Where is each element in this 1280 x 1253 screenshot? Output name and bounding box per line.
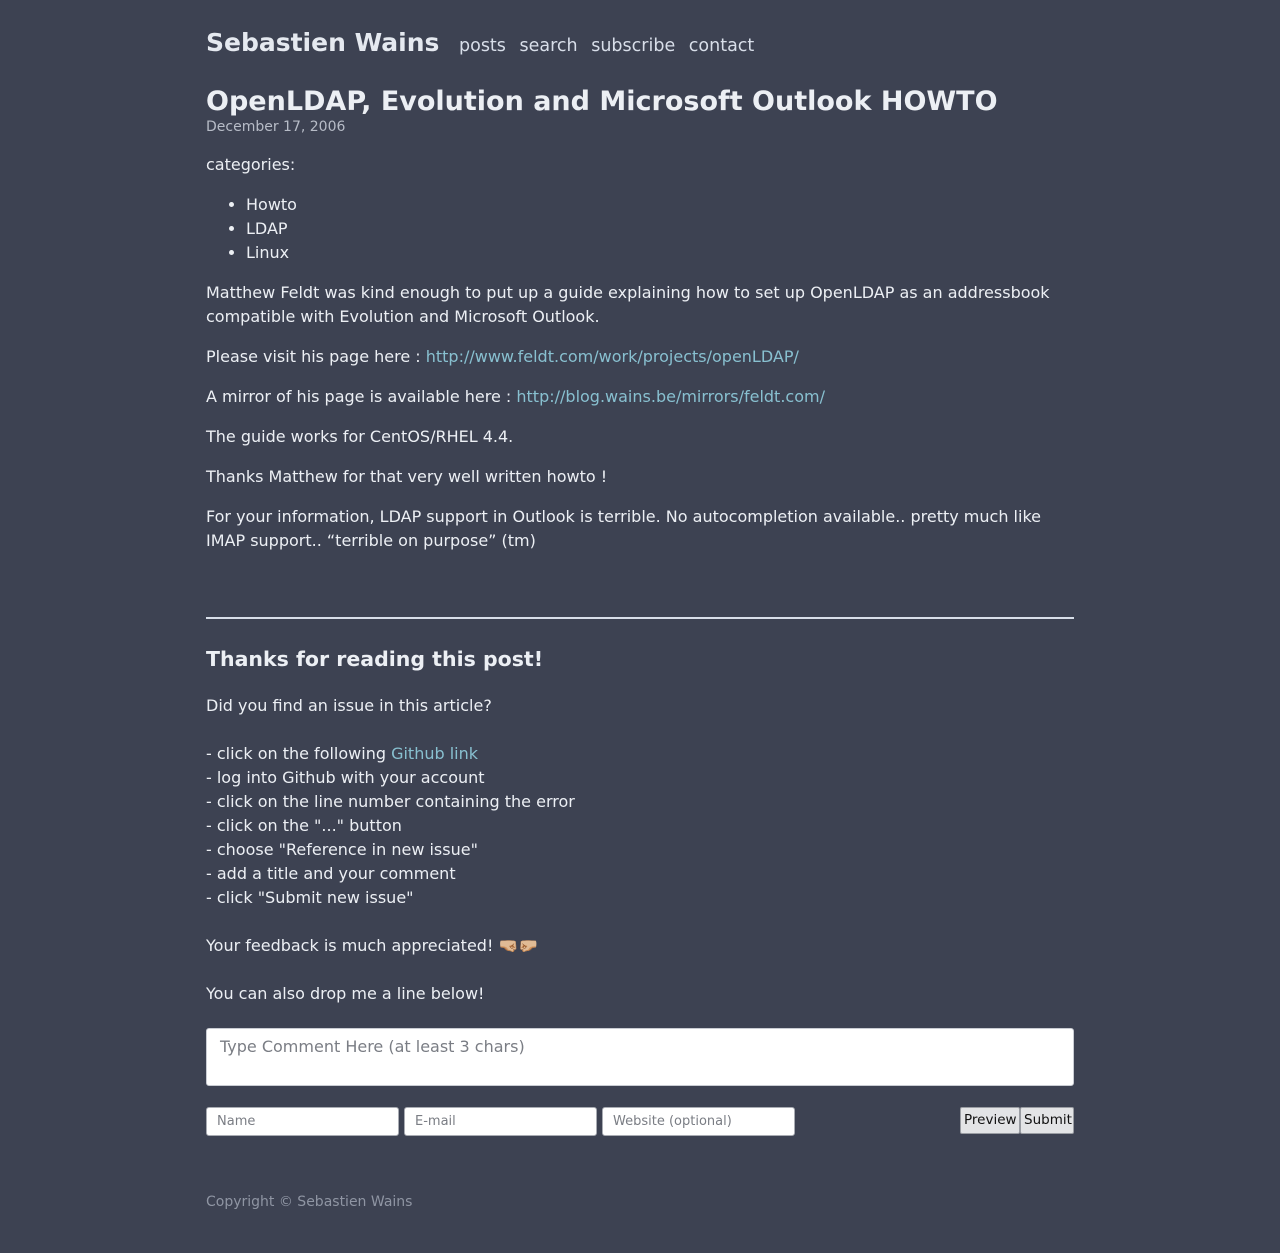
step-github-link: - click on the following Github link bbox=[206, 742, 1074, 766]
visit-paragraph: Please visit his page here : http://www.… bbox=[206, 345, 1074, 369]
step-prefix: - click on the following bbox=[206, 744, 392, 763]
site-header: Sebastien Wains posts search subscribe c… bbox=[206, 27, 1074, 63]
step-item: - click on the "..." button bbox=[206, 816, 402, 835]
nav-posts[interactable]: posts bbox=[459, 36, 506, 56]
intro-paragraph: Matthew Feldt was kind enough to put up … bbox=[206, 283, 1050, 326]
outlook-note-paragraph: For your information, LDAP support in Ou… bbox=[206, 507, 1041, 550]
categories-label: categories: bbox=[206, 155, 296, 174]
issue-question: Did you find an issue in this article? bbox=[206, 696, 492, 715]
comment-textarea[interactable] bbox=[206, 1028, 1074, 1086]
main-nav: posts search subscribe contact bbox=[459, 33, 762, 59]
submit-button[interactable]: Submit bbox=[1020, 1107, 1074, 1134]
section-divider bbox=[206, 617, 1074, 619]
nav-subscribe[interactable]: subscribe bbox=[591, 36, 675, 56]
step-item: - add a title and your comment bbox=[206, 864, 456, 883]
post-body: categories: Howto LDAP Linux Matthew Fel… bbox=[206, 153, 1074, 569]
thanks-heading: Thanks for reading this post! bbox=[206, 647, 544, 671]
site-title[interactable]: Sebastien Wains bbox=[206, 27, 439, 59]
step-item: - click on the line number containing th… bbox=[206, 792, 575, 811]
step-item: - click "Submit new issue" bbox=[206, 888, 414, 907]
mirror-link[interactable]: http://blog.wains.be/mirrors/feldt.com/ bbox=[516, 387, 825, 406]
step-item: - choose "Reference in new issue" bbox=[206, 840, 478, 859]
copyright-footer: Copyright © Sebastien Wains bbox=[206, 1194, 413, 1210]
category-item: LDAP bbox=[246, 217, 1074, 241]
feldt-link[interactable]: http://www.feldt.com/work/projects/openL… bbox=[426, 347, 799, 366]
post-date: December 17, 2006 bbox=[206, 119, 346, 135]
issue-instructions: Did you find an issue in this article? -… bbox=[206, 694, 1074, 1006]
works-for-paragraph: The guide works for CentOS/RHEL 4.4. bbox=[206, 427, 514, 446]
drop-line-text: You can also drop me a line below! bbox=[206, 984, 485, 1003]
thanks-paragraph: Thanks Matthew for that very well writte… bbox=[206, 467, 608, 486]
mirror-paragraph: A mirror of his page is available here :… bbox=[206, 385, 1074, 409]
github-link[interactable]: Github link bbox=[391, 744, 478, 763]
nav-contact[interactable]: contact bbox=[689, 36, 755, 56]
website-input[interactable] bbox=[602, 1107, 795, 1136]
post-title: OpenLDAP, Evolution and Microsoft Outloo… bbox=[206, 86, 998, 117]
categories-list: Howto LDAP Linux bbox=[206, 193, 1074, 265]
email-input[interactable] bbox=[404, 1107, 597, 1136]
step-item: - log into Github with your account bbox=[206, 768, 485, 787]
visit-prefix: Please visit his page here : bbox=[206, 347, 426, 366]
nav-search[interactable]: search bbox=[520, 36, 578, 56]
category-item: Howto bbox=[246, 193, 1074, 217]
name-input[interactable] bbox=[206, 1107, 399, 1136]
category-item: Linux bbox=[246, 241, 1074, 265]
preview-button[interactable]: Preview bbox=[960, 1107, 1020, 1134]
mirror-prefix: A mirror of his page is available here : bbox=[206, 387, 517, 406]
feedback-appreciated: Your feedback is much appreciated! 🤜🏼🤛🏼 bbox=[206, 936, 539, 955]
